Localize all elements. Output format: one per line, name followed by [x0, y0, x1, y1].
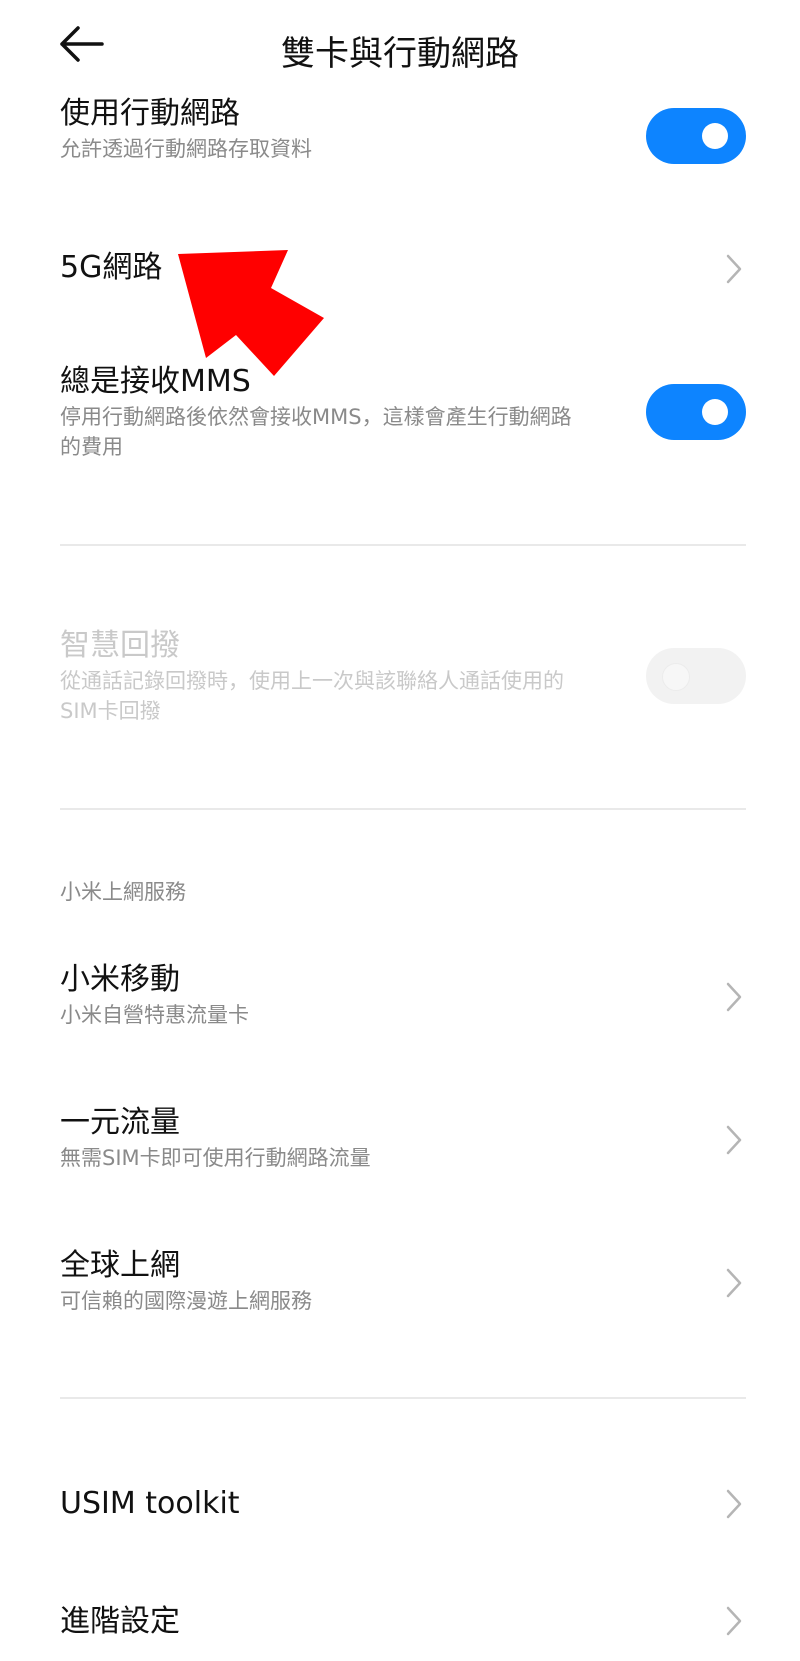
smart-redial-toggle [646, 648, 746, 704]
setting-subtitle-line2: SIM卡回撥 [60, 699, 161, 723]
setting-subtitle: 可信賴的國際漫遊上網服務 [60, 1289, 312, 1313]
setting-title: USIM toolkit [60, 1486, 240, 1521]
setting-always-mms[interactable]: 總是接收MMS 停用行動網路後依然會接收MMS，這樣會產生行動網路 的費用 [60, 362, 630, 462]
mobile-data-toggle[interactable] [646, 108, 746, 164]
divider [60, 808, 746, 810]
setting-title: 小米移動 [60, 962, 180, 997]
setting-subtitle-line1: 停用行動網路後依然會接收MMS，這樣會產生行動網路 [60, 405, 572, 429]
setting-title: 進階設定 [60, 1604, 180, 1639]
always-mms-toggle[interactable] [646, 384, 746, 440]
setting-subtitle-line1: 從通話記錄回撥時，使用上一次與該聯絡人通話使用的 [60, 669, 564, 693]
chevron-right-icon [726, 254, 742, 284]
divider [60, 1397, 746, 1399]
setting-title: 總是接收MMS [60, 364, 251, 399]
setting-title: 全球上網 [60, 1248, 180, 1283]
setting-subtitle: 小米自營特惠流量卡 [60, 1003, 249, 1027]
toggle-knob [702, 399, 728, 425]
chevron-right-icon [726, 1606, 742, 1636]
chevron-right-icon [726, 1125, 742, 1155]
setting-5g-network[interactable]: 5G網路 [60, 248, 750, 288]
chevron-right-icon [726, 982, 742, 1012]
setting-subtitle-line2: 的費用 [60, 435, 123, 459]
setting-subtitle: 無需SIM卡即可使用行動網路流量 [60, 1146, 371, 1170]
setting-smart-redial: 智慧回撥 從通話記錄回撥時，使用上一次與該聯絡人通話使用的 SIM卡回撥 [60, 626, 630, 726]
page-title: 雙卡與行動網路 [281, 34, 519, 74]
setting-global-data[interactable]: 全球上網 可信賴的國際漫遊上網服務 [60, 1246, 750, 1316]
toggle-knob [662, 663, 690, 691]
setting-one-yuan-data[interactable]: 一元流量 無需SIM卡即可使用行動網路流量 [60, 1103, 750, 1173]
app-header: 雙卡與行動網路 [0, 0, 800, 92]
setting-title: 智慧回撥 [60, 628, 180, 663]
section-label: 小米上網服務 [60, 880, 186, 904]
setting-advanced[interactable]: 進階設定 [60, 1602, 750, 1642]
annotation-arrow-icon [178, 250, 324, 376]
chevron-right-icon [726, 1268, 742, 1298]
divider [60, 544, 746, 546]
setting-xiaomi-mobile[interactable]: 小米移動 小米自營特惠流量卡 [60, 960, 750, 1030]
setting-usim-toolkit[interactable]: USIM toolkit [60, 1484, 750, 1524]
setting-title: 5G網路 [60, 250, 163, 285]
toggle-knob [702, 123, 728, 149]
chevron-right-icon [726, 1489, 742, 1519]
setting-title: 一元流量 [60, 1105, 180, 1140]
